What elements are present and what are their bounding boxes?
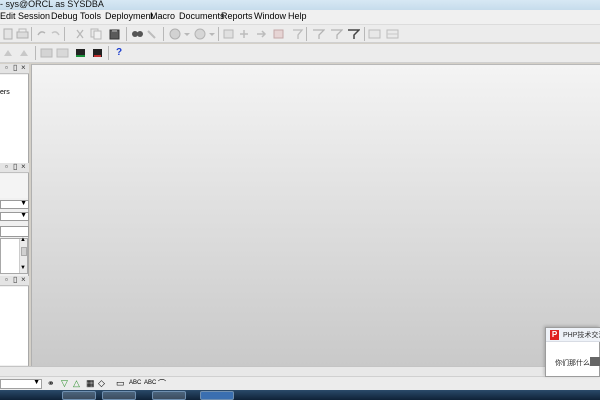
mdi-workspace[interactable] <box>31 64 600 366</box>
menu-tools[interactable]: Tools <box>80 11 101 21</box>
popup-title: PHP技术交流 <box>563 332 600 339</box>
taskbar-button-active[interactable] <box>200 391 234 400</box>
replace-icon[interactable] <box>146 28 159 40</box>
notification-popup[interactable]: P PHP技术交流 你们那什么情 <box>545 327 600 377</box>
close-icon[interactable]: × <box>21 162 26 171</box>
database-icon[interactable] <box>74 47 87 59</box>
secondary-toolbar: ? <box>0 44 600 63</box>
redacted-area <box>590 357 600 366</box>
restore-icon[interactable]: ▫ <box>5 162 8 171</box>
status-strip <box>0 366 600 376</box>
help-button[interactable]: ? <box>116 47 122 58</box>
find-toolbar: ▼ ⚭ ▽ △ ▦ ◇ ▭ ABC ABC ⌒ <box>0 376 600 390</box>
object-list[interactable]: ▲ ▼ <box>0 237 28 274</box>
redo-icon[interactable] <box>49 28 62 40</box>
whole-word-toggle[interactable]: ABC <box>144 380 156 386</box>
pane-header-1: ▫ ▯ × <box>0 63 29 74</box>
pin-icon[interactable]: ▯ <box>13 275 17 284</box>
menu-deployment[interactable]: Deployment <box>105 11 153 21</box>
pane-header-3: ▫ ▯ × <box>0 275 29 286</box>
tree-item[interactable]: ers <box>0 89 10 96</box>
scrollbar[interactable]: ▲ ▼ <box>19 237 27 273</box>
object-type-select[interactable]: ▼ <box>0 200 29 209</box>
close-icon[interactable]: × <box>21 275 26 284</box>
owner-select[interactable]: ▼ <box>0 212 29 221</box>
execute-dropdown-icon[interactable] <box>181 28 194 40</box>
pane-header-2: ▫ ▯ × <box>0 162 29 173</box>
menu-macro[interactable]: Macro <box>150 11 175 21</box>
object-tree-pane[interactable]: ers <box>0 75 28 163</box>
menu-help[interactable]: Help <box>288 11 307 21</box>
fetch-icon[interactable] <box>347 28 360 40</box>
filter-input[interactable] <box>0 226 29 237</box>
taskbar-button[interactable] <box>152 391 186 400</box>
find-previous-icon[interactable]: △ <box>73 378 80 389</box>
main-toolbar <box>0 25 600 43</box>
copy-icon[interactable] <box>90 28 103 40</box>
menu-bar: Edit Session Debug Tools Deployment Macr… <box>0 10 600 25</box>
chevron-down-icon: ▼ <box>20 212 27 219</box>
commit-icon[interactable] <box>222 28 235 40</box>
pin-icon[interactable]: ▯ <box>13 63 17 72</box>
app-logo-icon: P <box>550 330 559 340</box>
menu-reports[interactable]: Reports <box>221 11 253 21</box>
connect-icon[interactable] <box>2 47 15 59</box>
menu-debug[interactable]: Debug <box>51 11 78 21</box>
taskbar-button[interactable] <box>102 391 136 400</box>
step-icon[interactable] <box>255 28 268 40</box>
eraser-icon[interactable]: ◇ <box>98 378 105 389</box>
disconnect-icon[interactable] <box>18 47 31 59</box>
title-bar: - sys@ORCL as SYSDBA <box>0 0 600 10</box>
menu-edit[interactable]: Edit <box>0 11 16 21</box>
new-file-icon[interactable] <box>2 28 15 40</box>
wrap-icon[interactable]: ⌒ <box>158 378 166 389</box>
search-input[interactable]: ▼ <box>0 379 42 389</box>
highlight-icon[interactable]: ▦ <box>86 378 95 389</box>
grid-icon[interactable] <box>386 28 399 40</box>
filter-icon[interactable] <box>312 28 325 40</box>
window-list-icon[interactable] <box>368 28 381 40</box>
stop-icon[interactable] <box>272 28 285 40</box>
menu-documents[interactable]: Documents <box>179 11 225 21</box>
undo-icon[interactable] <box>35 28 48 40</box>
scroll-thumb[interactable] <box>21 247 27 256</box>
left-dock-panel: ▫ ▯ × ers ▫ ▯ × ▼ ▼ ▲ ▼ ▫ ▯ × <box>0 63 29 366</box>
match-case-toggle[interactable]: ABC <box>129 380 141 386</box>
sql-window-icon[interactable] <box>91 47 104 59</box>
menu-window[interactable]: Window <box>254 11 286 21</box>
taskbar-button[interactable] <box>62 391 96 400</box>
menu-session[interactable]: Session <box>18 11 50 21</box>
chevron-down-icon: ▼ <box>20 200 27 207</box>
object-browser-icon[interactable] <box>56 47 69 59</box>
popup-header: P PHP技术交流 <box>546 328 600 342</box>
window-list-pane[interactable] <box>0 287 28 365</box>
scroll-up-icon[interactable]: ▲ <box>20 237 26 243</box>
restore-icon[interactable]: ▫ <box>5 275 8 284</box>
find-icon[interactable] <box>131 28 144 40</box>
browser-pane <box>0 174 28 198</box>
print-icon[interactable] <box>16 28 29 40</box>
chevron-down-icon: ▼ <box>33 379 40 386</box>
close-icon[interactable]: × <box>21 63 26 72</box>
window-title: - sys@ORCL as SYSDBA <box>0 0 104 9</box>
os-taskbar <box>0 390 600 400</box>
rollback-icon[interactable] <box>238 28 251 40</box>
regex-icon[interactable]: ▭ <box>116 378 125 389</box>
cut-icon[interactable] <box>74 28 87 40</box>
pin-icon[interactable]: ▯ <box>13 162 17 171</box>
scroll-down-icon[interactable]: ▼ <box>20 265 26 271</box>
binoculars-icon[interactable]: ⚭ <box>47 378 55 389</box>
explain-plan-icon[interactable] <box>291 28 304 40</box>
restore-icon[interactable]: ▫ <box>5 63 8 72</box>
paste-icon[interactable] <box>108 28 121 40</box>
filter-clear-icon[interactable] <box>330 28 343 40</box>
session-icon[interactable] <box>40 47 53 59</box>
find-next-icon[interactable]: ▽ <box>61 378 68 389</box>
